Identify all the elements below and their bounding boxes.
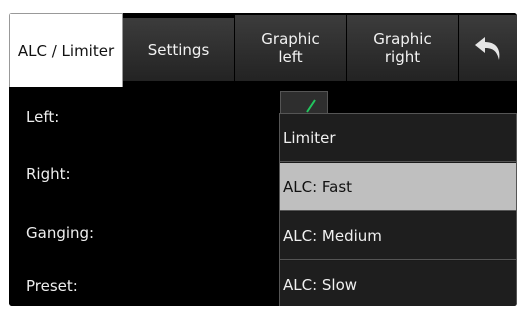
right-label: Right: [26, 165, 71, 183]
left-label: Left: [26, 108, 60, 126]
preset-label: Preset: [26, 277, 78, 295]
undo-arrow-icon [475, 37, 500, 60]
option-alc-medium[interactable]: ALC: Medium [280, 212, 516, 260]
back-button[interactable] [459, 15, 517, 81]
tab-alc-limiter[interactable]: ALC / Limiter [9, 13, 123, 87]
tab-bar: ALC / Limiter Settings Graphic left Grap… [9, 13, 517, 87]
option-alc-fast[interactable]: ALC: Fast [280, 163, 516, 211]
option-limiter[interactable]: Limiter [280, 114, 516, 162]
option-alc-slow[interactable]: ALC: Slow [280, 261, 516, 306]
ganging-label: Ganging: [26, 224, 95, 242]
tab-graphic-right[interactable]: Graphic right [347, 15, 459, 81]
preset-dropdown-list: Limiter ALC: Fast ALC: Medium ALC: Slow [279, 113, 517, 306]
tab-graphic-left[interactable]: Graphic left [235, 15, 347, 81]
device-screen: ALC / Limiter Settings Graphic left Grap… [9, 13, 517, 306]
tab-settings[interactable]: Settings [123, 18, 235, 81]
